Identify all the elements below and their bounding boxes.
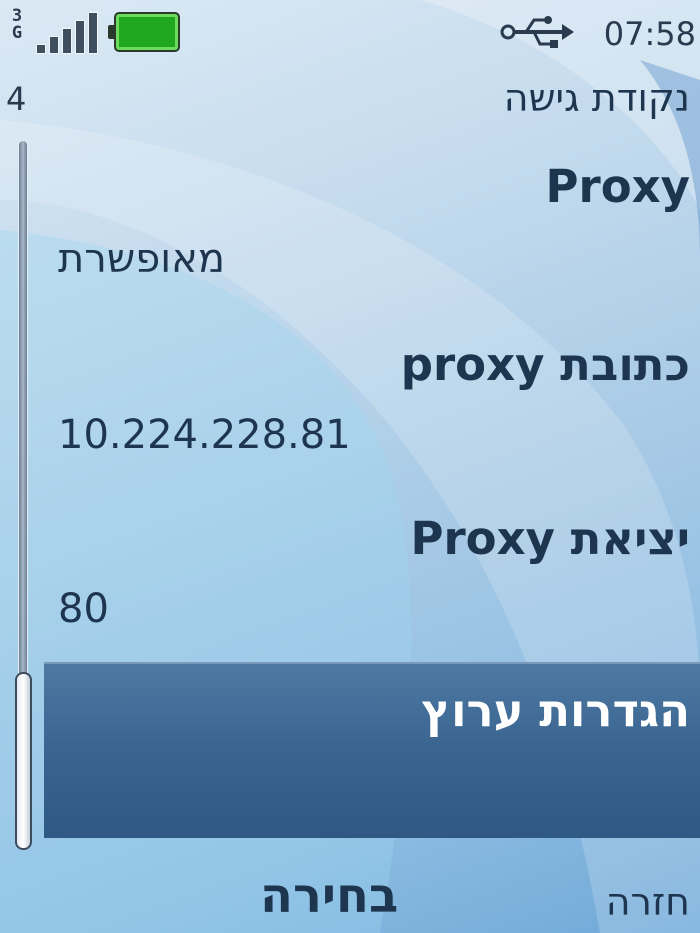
page-title: נקודת גישה — [503, 76, 690, 120]
signal-bar — [49, 36, 59, 54]
list-item-channel-settings-selected[interactable]: הגדרות ערוץ — [44, 662, 700, 838]
signal-bar — [36, 44, 46, 54]
setting-label: כתובת proxy — [400, 338, 690, 391]
setting-value: 10.224.228.81 — [58, 412, 351, 458]
setting-value: 80 — [58, 586, 109, 632]
status-bar: 3G 07:58 — [0, 0, 700, 70]
signal-bar — [62, 28, 72, 54]
setting-value: מאופשרת — [58, 236, 225, 282]
setting-label: יציאת Proxy — [410, 512, 691, 565]
item-count: 4 — [6, 80, 27, 118]
clock: 07:58 — [603, 15, 696, 53]
select-softkey[interactable]: בחירה — [260, 868, 398, 924]
signal-strength-icon — [36, 10, 106, 54]
softkey-bar: בחירה חזרה — [0, 860, 700, 933]
battery-icon — [108, 12, 180, 52]
back-softkey[interactable]: חזרה — [606, 880, 690, 924]
network-type-indicator: 3G — [4, 8, 30, 42]
scrollbar-thumb[interactable] — [15, 672, 32, 850]
signal-bar — [75, 20, 85, 54]
setting-label: Proxy — [545, 160, 690, 213]
selected-item-label: הגדרות ערוץ — [421, 684, 690, 737]
signal-bar — [88, 12, 98, 54]
header: 4 נקודת גישה — [0, 70, 700, 130]
network-type-char: G — [11, 23, 23, 43]
usb-icon — [500, 16, 574, 48]
